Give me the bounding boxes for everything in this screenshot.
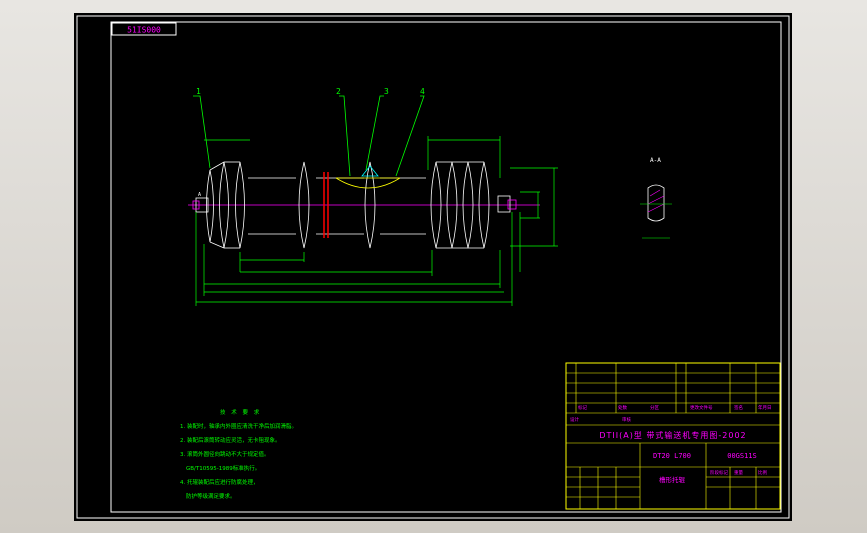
part-name: 槽形托辊 bbox=[659, 475, 686, 484]
note-line: 1. 装配时，轴承内外圈应清洗干净后加润滑脂。 bbox=[180, 422, 297, 430]
section-marker: A bbox=[198, 192, 201, 198]
drawing-number: 51IS000 bbox=[127, 26, 161, 35]
note-line: 4. 托辊装配后应进行防腐处理， bbox=[180, 478, 259, 486]
note-line: GB/T10595-1989标准执行。 bbox=[186, 464, 260, 472]
balloon-label: 4 bbox=[420, 87, 425, 96]
svg-text:比例: 比例 bbox=[758, 469, 767, 476]
svg-text:签名: 签名 bbox=[734, 404, 743, 411]
svg-text:设计: 设计 bbox=[570, 416, 579, 423]
note-line: 2. 装配后滚筒转动应灵活，无卡阻现象。 bbox=[180, 436, 281, 444]
note-line: 3. 滚筒外圆径向跳动不大于规定值。 bbox=[180, 450, 270, 458]
drawing-canvas[interactable]: 51IS000 1 2 3 4 A-A A 技 术 要 求 1. 装配时，轴承内… bbox=[0, 0, 867, 533]
balloon-label: 3 bbox=[384, 87, 389, 96]
section-title: A-A bbox=[650, 157, 661, 164]
drawing-sheet bbox=[74, 13, 792, 521]
svg-text:处数: 处数 bbox=[618, 404, 627, 411]
cad-viewport[interactable]: 51IS000 1 2 3 4 A-A A 技 术 要 求 1. 装配时，轴承内… bbox=[0, 0, 867, 533]
svg-text:阶段标记: 阶段标记 bbox=[710, 469, 728, 476]
note-line: 防护等级满足要求。 bbox=[186, 492, 236, 500]
svg-text:审核: 审核 bbox=[622, 416, 631, 423]
svg-text:标记: 标记 bbox=[578, 404, 587, 411]
spec-text: DT20 L700 bbox=[653, 452, 691, 460]
drawing-code: 00GS11S bbox=[727, 452, 757, 460]
svg-text:分区: 分区 bbox=[650, 404, 659, 411]
svg-text:更改文件号: 更改文件号 bbox=[690, 404, 713, 411]
svg-text:重量: 重量 bbox=[734, 469, 743, 476]
balloon-label: 2 bbox=[336, 87, 341, 96]
balloon-label: 1 bbox=[196, 87, 201, 96]
notes-heading: 技 术 要 求 bbox=[220, 408, 261, 416]
title-header: DTII(A)型 带式输送机专用图-2002 bbox=[599, 430, 746, 440]
svg-text:年月日: 年月日 bbox=[758, 404, 772, 411]
